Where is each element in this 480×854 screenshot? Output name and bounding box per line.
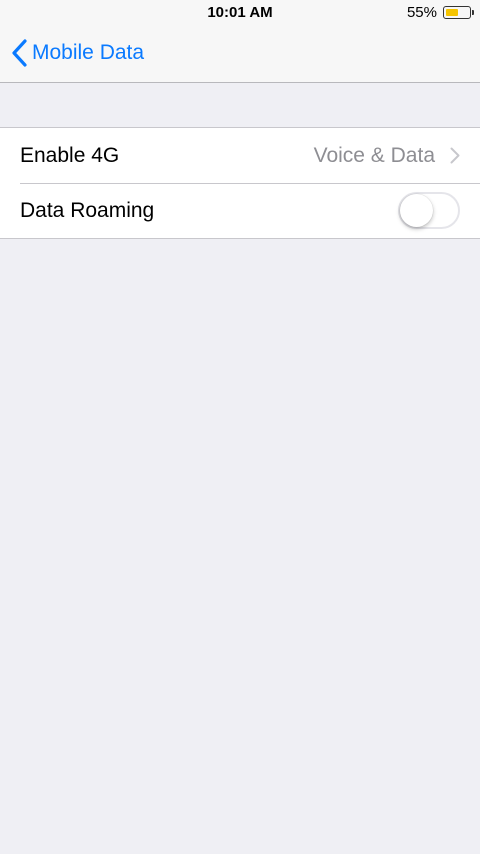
settings-group: Enable 4G Voice & Data Data Roaming xyxy=(0,127,480,239)
back-button-label: Mobile Data xyxy=(32,41,145,64)
data-roaming-row: Data Roaming xyxy=(0,183,480,238)
battery-icon xyxy=(443,6,474,19)
back-button[interactable]: Mobile Data xyxy=(10,38,144,68)
status-right: 55% xyxy=(406,4,474,21)
battery-percent: 55% xyxy=(406,4,437,21)
enable-4g-value: Voice & Data xyxy=(313,143,435,167)
enable-4g-row[interactable]: Enable 4G Voice & Data xyxy=(0,128,480,183)
status-bar: 10:01 AM 55% xyxy=(0,0,480,28)
enable-4g-label: Enable 4G xyxy=(20,143,120,167)
data-roaming-label: Data Roaming xyxy=(20,198,155,222)
toggle-knob xyxy=(400,194,433,227)
battery-fill xyxy=(446,9,458,16)
battery-tip xyxy=(472,10,474,15)
mobile-data-settings-screen: 10:01 AM 55% Mobile Data Enable 4G Voice… xyxy=(0,0,480,854)
chevron-left-icon xyxy=(12,39,27,67)
data-roaming-toggle[interactable] xyxy=(398,192,460,229)
chevron-right-icon xyxy=(450,147,460,164)
navigation-bar: 10:01 AM 55% Mobile Data xyxy=(0,0,480,83)
